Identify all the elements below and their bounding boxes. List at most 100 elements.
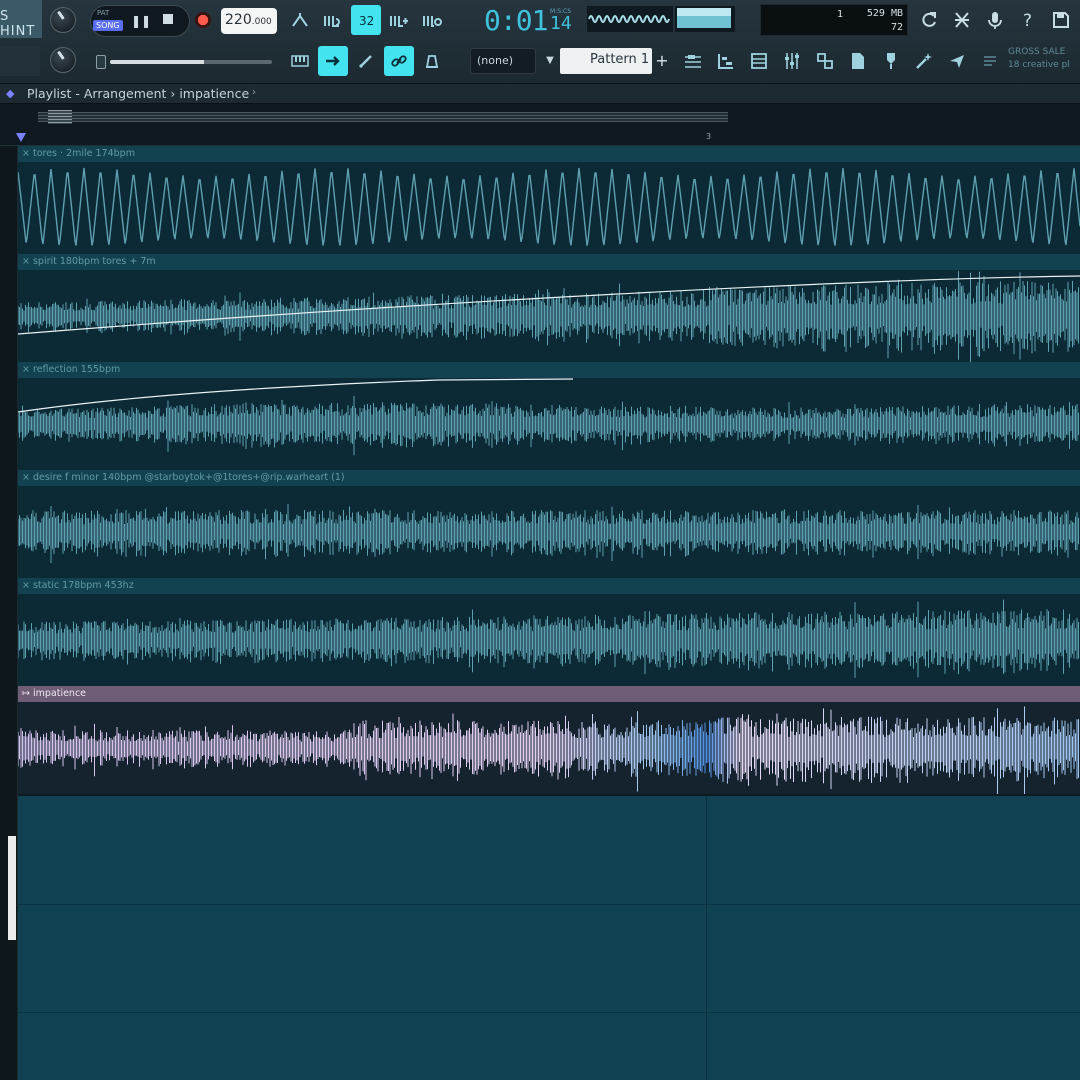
playlist-header[interactable]: ◆ Playlist - Arrangement › impatience › xyxy=(0,84,1080,104)
plugin-picker-icon xyxy=(817,53,833,69)
news-ticker[interactable]: GROSS SALE 18 creative pl xyxy=(1008,46,1080,76)
add-pattern-button[interactable]: + xyxy=(653,48,671,74)
clip-title-bar[interactable]: × tores · 2mile 174bpm xyxy=(18,146,1080,162)
time-main: 0:01 xyxy=(484,4,548,37)
empty-playlist-area[interactable] xyxy=(18,796,1080,1080)
snap-button[interactable] xyxy=(285,6,315,36)
refresh-icon xyxy=(922,12,936,27)
clip-label: × static 178bpm 453hz xyxy=(22,580,134,591)
help-button[interactable]: ? xyxy=(1013,5,1043,35)
picker-button[interactable] xyxy=(876,46,906,76)
polyphony-value: 1 xyxy=(837,9,844,20)
audio-clip[interactable]: × spirit 180bpm tores + 7m xyxy=(18,254,1080,362)
playhead-marker[interactable] xyxy=(16,133,26,142)
tempo-field[interactable]: 220.000 xyxy=(221,8,277,34)
plugin-picker-button[interactable] xyxy=(810,46,840,76)
refresh-button[interactable] xyxy=(914,5,944,35)
clip-label: × tores · 2mile 174bpm xyxy=(22,148,135,159)
save-icon xyxy=(1053,12,1069,28)
waveform-graphic xyxy=(18,378,1079,456)
blend-notes-button[interactable]: 32 xyxy=(351,5,381,35)
audio-clip[interactable]: × desire f minor 140bpm @starboytok+@1to… xyxy=(18,470,1080,578)
step-edit-button[interactable] xyxy=(318,6,348,36)
cut-icon xyxy=(955,12,969,28)
waveform-graphic xyxy=(18,167,1080,246)
news-button[interactable] xyxy=(975,46,1005,76)
step-edit-icon xyxy=(324,16,340,27)
audio-clip[interactable]: × static 178bpm 453hz xyxy=(18,578,1080,686)
main-toolbar: S HINT PAT SONG ❚❚ 220.000 32 0:01 M:S:C… xyxy=(0,0,1080,84)
waveform-graphic xyxy=(18,503,1079,563)
channel-rack-button[interactable] xyxy=(744,46,774,76)
typing-piano-button[interactable] xyxy=(285,46,315,76)
link-button[interactable] xyxy=(384,46,414,76)
timeline-ruler[interactable]: 3 xyxy=(0,130,1080,146)
save-button[interactable] xyxy=(1046,5,1076,35)
typing-keyboard-icon xyxy=(390,16,408,27)
master-pitch-knob[interactable] xyxy=(50,7,76,33)
svg-text:32: 32 xyxy=(359,14,374,28)
mixer-button[interactable] xyxy=(777,46,807,76)
wand-button[interactable] xyxy=(909,46,939,76)
stop-button[interactable] xyxy=(163,14,173,24)
clip-label: ↦ impatience xyxy=(22,688,87,699)
clip-title-bar[interactable]: × static 178bpm 453hz xyxy=(18,578,1080,594)
mixer-icon xyxy=(785,53,799,69)
clip-waveform[interactable] xyxy=(18,486,1080,578)
horizontal-scrollbar[interactable] xyxy=(0,104,1080,130)
scrollbar-thumb[interactable] xyxy=(38,112,728,122)
selected-track-indicator xyxy=(8,836,16,940)
song-mode-toggle[interactable]: SONG xyxy=(93,20,123,31)
pause-button[interactable]: ❚❚ xyxy=(131,13,151,29)
clip-waveform[interactable] xyxy=(18,162,1080,254)
clip-title-bar[interactable]: × reflection 155bpm xyxy=(18,362,1080,378)
audio-clip[interactable]: × reflection 155bpm xyxy=(18,362,1080,470)
clip-title-bar[interactable]: ↦ impatience xyxy=(18,686,1080,702)
metronome-toggle-button[interactable] xyxy=(417,46,447,76)
audio-clip[interactable]: ↦ impatience xyxy=(18,686,1080,794)
pattern-selector-none[interactable]: (none) xyxy=(470,48,536,74)
clip-waveform[interactable] xyxy=(18,378,1080,470)
master-slider-handle[interactable] xyxy=(96,55,106,69)
playlist-menu-icon[interactable]: ◆ xyxy=(6,88,18,100)
pencil-tool-button[interactable] xyxy=(351,46,381,76)
countdown-button[interactable] xyxy=(318,46,348,76)
scrollbar-grip[interactable] xyxy=(48,110,72,124)
pattern-preview xyxy=(0,46,40,76)
typing-keyboard-button[interactable] xyxy=(384,6,414,36)
song-position-display[interactable]: 0:01 M:S:CS 14 xyxy=(484,4,584,37)
main-menu-button[interactable]: S HINT xyxy=(0,0,42,39)
arrangement-dropdown-icon[interactable]: › xyxy=(252,87,256,98)
clip-waveform[interactable] xyxy=(18,270,1080,362)
playlist-window-button[interactable] xyxy=(678,46,708,76)
pattern-name-field[interactable]: Pattern 1 xyxy=(560,48,652,74)
browser-icon xyxy=(852,53,864,69)
arrow-right-icon xyxy=(326,56,340,66)
master-pitch-slider[interactable] xyxy=(110,60,272,64)
record-button[interactable] xyxy=(195,12,211,28)
metronome-button[interactable] xyxy=(417,6,447,36)
clip-title-bar[interactable]: × desire f minor 140bpm @starboytok+@1to… xyxy=(18,470,1080,486)
clip-waveform[interactable] xyxy=(18,702,1080,794)
bell-icon xyxy=(425,55,439,68)
pattern-mode-toggle[interactable]: PAT xyxy=(97,9,109,17)
piano-roll-window-button[interactable] xyxy=(711,46,741,76)
waveform-graphic xyxy=(18,271,1080,362)
master-volume-knob[interactable] xyxy=(50,47,76,73)
cloud-button[interactable] xyxy=(942,46,972,76)
record-audio-button[interactable] xyxy=(980,5,1010,35)
audio-clip[interactable]: × tores · 2mile 174bpm xyxy=(18,146,1080,254)
clip-waveform[interactable] xyxy=(18,594,1080,686)
waveform-graphic xyxy=(18,599,1079,678)
picker-icon xyxy=(887,53,895,69)
output-level-meter xyxy=(675,6,735,32)
clip-title-bar[interactable]: × spirit 180bpm tores + 7m xyxy=(18,254,1080,270)
main-menu-label: S HINT xyxy=(0,9,36,39)
microphone-icon xyxy=(988,12,1002,29)
pattern-dropdown-arrow[interactable]: ▼ xyxy=(541,48,559,74)
wand-icon xyxy=(916,53,932,69)
cut-button[interactable] xyxy=(947,5,977,35)
browser-button[interactable] xyxy=(843,46,873,76)
track-header-strip[interactable] xyxy=(0,146,18,1080)
piano-roll-icon xyxy=(291,55,309,67)
